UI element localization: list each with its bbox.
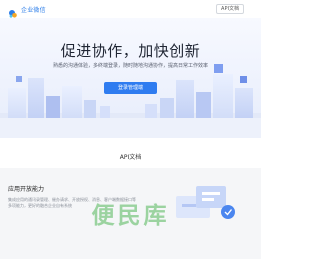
logo[interactable]: 企业微信 — [8, 4, 46, 18]
wecom-logo-icon — [8, 4, 18, 18]
top-bar: 企业微信 API文档 — [0, 0, 261, 18]
watermark-text: 便民库 — [91, 203, 170, 229]
card-title: 应用开放能力 — [8, 186, 45, 193]
login-admin-button[interactable]: 登录管理端 — [104, 82, 157, 94]
hero-subtitle: 熟悉的沟通体验，多终端登录，随时随地沟通协作，提高日常工作效率 — [52, 63, 208, 69]
hero-banner: 促进协作，加快创新 熟悉的沟通体验，多终端登录，随时随地沟通协作，提高日常工作效… — [0, 18, 261, 138]
api-section-title: API文档 — [119, 154, 142, 161]
hero-cubes-illustration — [0, 64, 261, 138]
api-docs-button[interactable]: API文档 — [216, 4, 244, 14]
logo-text: 企业微信 — [21, 6, 46, 14]
hero-title: 促进协作，加快创新 — [60, 42, 201, 60]
